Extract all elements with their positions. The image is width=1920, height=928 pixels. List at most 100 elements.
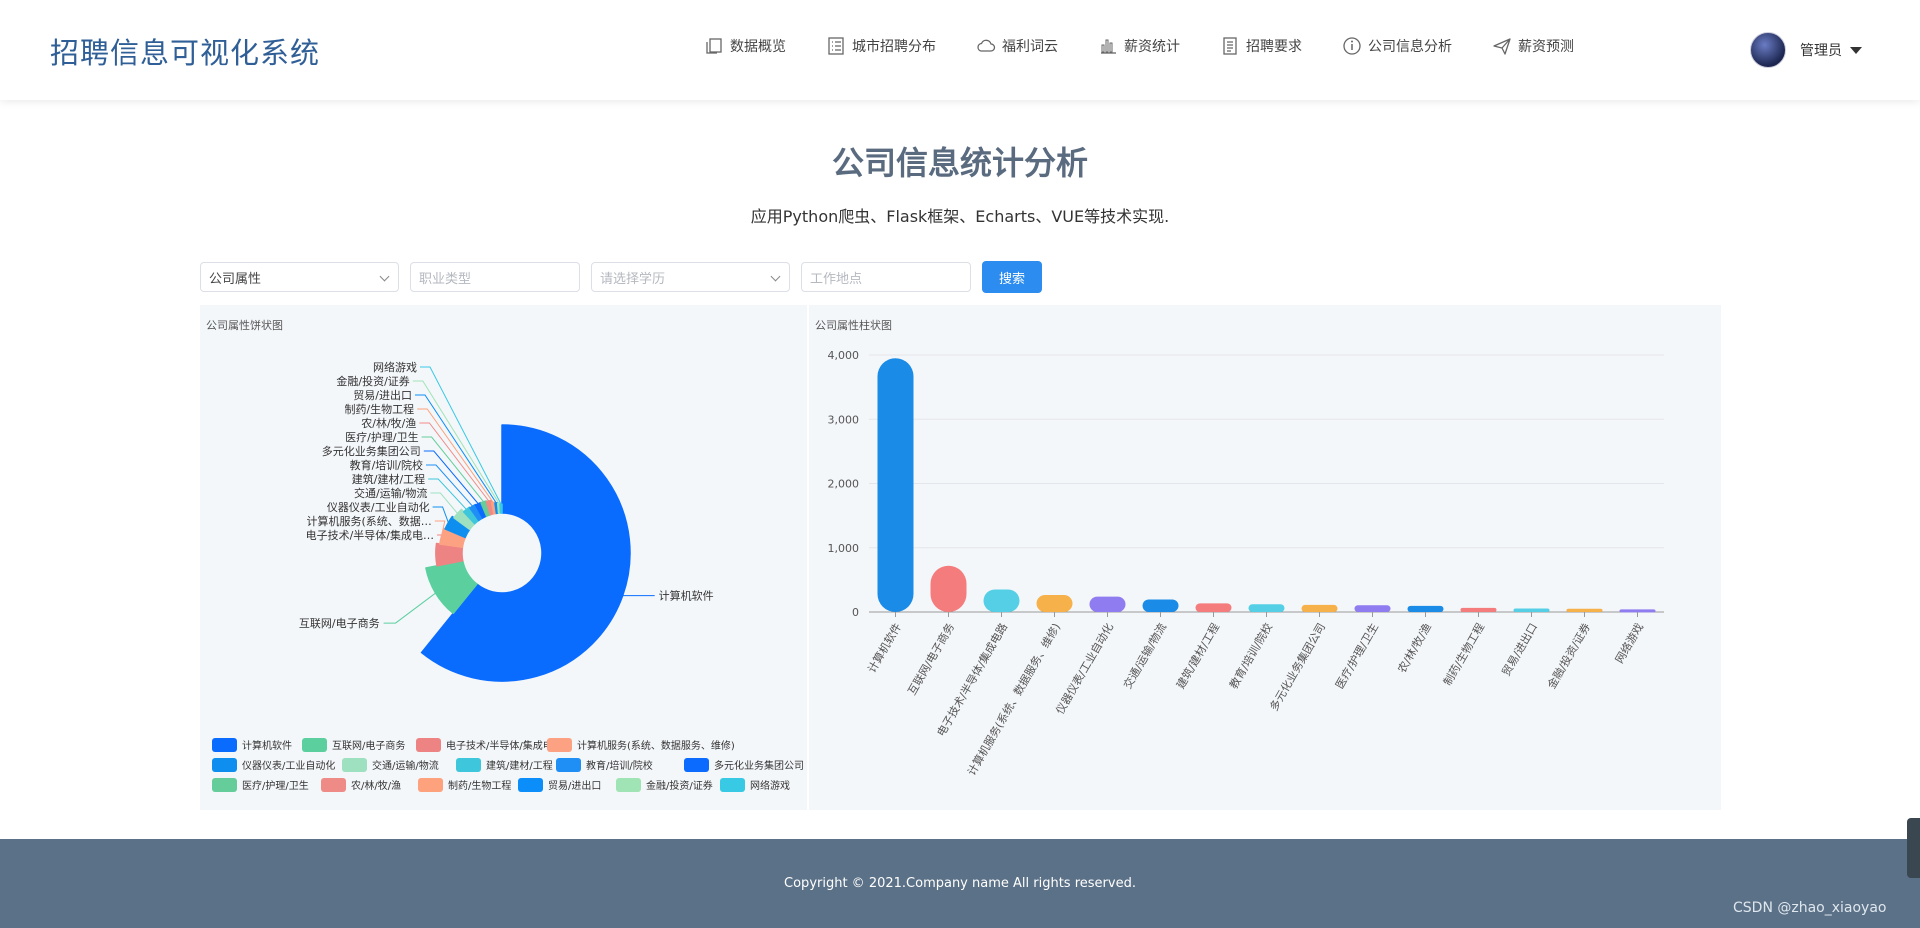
bar — [1036, 594, 1073, 612]
bar — [1142, 599, 1179, 612]
bar — [877, 358, 914, 612]
legend-label: 互联网/电子商务 — [332, 739, 405, 752]
legend-swatch — [342, 758, 367, 772]
x-tick-label: 网络游戏 — [1612, 621, 1646, 666]
legend-swatch — [416, 738, 441, 752]
nav-label: 数据概览 — [730, 39, 786, 55]
bar-chart: 01,0002,0003,0004,000计算机软件 互联网/电子商务电子技术/半… — [828, 349, 1664, 778]
x-tick-label: 农/林/牧/渔 — [1394, 621, 1434, 676]
legend-label: 电子技术/半导体/集成电路 — [446, 739, 563, 752]
user-menu[interactable]: 管理员 — [1750, 32, 1862, 68]
legend-label: 教育/培训/院校 — [586, 759, 653, 772]
x-tick-label: 贸易/进出口 — [1499, 621, 1540, 679]
x-tick-label: 制药/生物工程 — [1440, 621, 1487, 688]
legend-swatch — [418, 778, 443, 792]
x-tick-label: 医疗/护理/卫生 — [1332, 621, 1381, 692]
chevron-down-icon — [379, 271, 390, 282]
main-nav: 数据概览 城市招聘分布 福利词云 薪资统计 招聘要求 公司信息分析 薪资预测 — [704, 36, 1574, 56]
y-tick-label: 1,000 — [828, 542, 860, 555]
nav-requirements[interactable]: 招聘要求 — [1220, 36, 1302, 56]
bar — [1460, 607, 1497, 612]
legend-label: 贸易/进出口 — [548, 779, 601, 792]
bar-chart-panel: 公司属性柱状图 0 1,000 2,000 3,000 4,000 计算机软件 互联网/电子… — [809, 305, 1721, 810]
chevron-down-icon — [770, 271, 781, 282]
legend-swatch — [321, 778, 346, 792]
legend-swatch — [547, 738, 572, 752]
legend-label: 计算机服务(系统、数据服务、维修) — [577, 739, 735, 752]
select-placeholder: 请选择学历 — [600, 271, 666, 287]
filter-bar: 公司属性 职业类型 请选择学历 工作地点 搜索 — [200, 261, 1042, 293]
pie-label-line — [419, 422, 490, 502]
bar — [1513, 608, 1550, 612]
legend-label: 网络游戏 — [750, 779, 790, 792]
pie-slice-label: 计算机服务(系统、数据… — [307, 514, 432, 528]
pie-slice-label: 教育/培训/院校 — [350, 458, 423, 472]
legend-label: 建筑/建材/工程 — [486, 759, 553, 772]
legend-label: 交通/运输/物流 — [372, 759, 439, 772]
pie-label-line — [383, 592, 436, 624]
legend-swatch — [684, 758, 709, 772]
pie-chart-panel: 公司属性饼状图 计算机软件 互联网/电子商务 电子技术/半导体/集成电… 计算机服务(… — [200, 305, 807, 810]
x-tick-label: 建筑/建材/工程 — [1173, 621, 1222, 692]
y-tick-label: 2,000 — [828, 478, 860, 491]
bar — [1407, 605, 1444, 612]
nav-label: 福利词云 — [1002, 39, 1058, 55]
legend-swatch — [212, 738, 237, 752]
legend-swatch — [302, 738, 327, 752]
brand-title[interactable]: 招聘信息可视化系统 — [50, 30, 320, 72]
education-select[interactable]: 请选择学历 — [591, 262, 790, 292]
legend-label: 多元化业务集团公司 — [714, 759, 804, 772]
avatar[interactable] — [1750, 32, 1786, 68]
x-tick-label: 互联网/电子商务 — [905, 621, 957, 698]
legend-swatch — [616, 778, 641, 792]
nav-label: 城市招聘分布 — [852, 39, 936, 55]
legend-swatch — [212, 758, 237, 772]
bar — [930, 565, 967, 612]
legend-label: 医疗/护理/卫生 — [242, 779, 309, 792]
legend-label: 仪器仪表/工业自动化 — [242, 759, 335, 772]
pie-slice-label: 电子技术/半导体/集成电… — [306, 528, 434, 542]
nav-data-overview[interactable]: 数据概览 — [704, 36, 786, 56]
pie-slice-label: 交通/运输/物流 — [354, 486, 427, 500]
x-tick-label: 多元化业务集团公司 — [1266, 621, 1328, 714]
y-tick-label: 3,000 — [828, 413, 860, 426]
caret-down-icon[interactable] — [1850, 46, 1862, 54]
side-toolbar-handle[interactable] — [1907, 818, 1920, 878]
nav-label: 招聘要求 — [1246, 39, 1302, 55]
location-input[interactable]: 工作地点 — [801, 262, 971, 292]
x-tick-label: 计算机软件 — [864, 621, 904, 676]
pie-slice-label: 互联网/电子商务 — [299, 616, 380, 630]
pie-label-line — [432, 506, 449, 523]
legend-label: 农/林/牧/渔 — [351, 779, 401, 792]
job-type-input[interactable]: 职业类型 — [410, 262, 580, 292]
bar — [1089, 596, 1126, 612]
list-icon — [828, 37, 844, 55]
user-name: 管理员 — [1800, 43, 1842, 59]
pie-label-line — [420, 366, 502, 505]
y-tick-label: 4,000 — [828, 349, 860, 362]
pie-slice-label: 网络游戏 — [373, 360, 417, 374]
x-tick-label: 金融/投资/证券 — [1544, 621, 1593, 692]
nav-city-distribution[interactable]: 城市招聘分布 — [826, 36, 936, 56]
x-tick-label: 教育/培训/院校 — [1226, 621, 1275, 692]
select-value: 公司属性 — [209, 271, 262, 287]
bar — [1195, 603, 1232, 612]
nav-salary-prediction[interactable]: 薪资预测 — [1492, 36, 1574, 56]
x-tick-label: 计算机服务(系统、数据服务、维修) — [964, 621, 1063, 778]
pie-chart-title: 公司属性饼状图 — [206, 319, 283, 332]
y-tick-label: 0 — [852, 606, 859, 619]
pie-slice-label: 贸易/进出口 — [353, 388, 412, 402]
nav-company-analysis[interactable]: 公司信息分析 — [1342, 36, 1452, 56]
pie-slice-label: 制药/生物工程 — [344, 402, 414, 416]
send-icon — [1493, 38, 1511, 55]
legend-label: 制药/生物工程 — [448, 779, 511, 792]
document-icon — [1223, 37, 1237, 55]
bar — [1566, 608, 1603, 612]
legend-label: 金融/投资/证券 — [646, 779, 713, 792]
search-button[interactable]: 搜索 — [982, 261, 1042, 293]
nav-welfare-wordcloud[interactable]: 福利词云 — [976, 36, 1058, 56]
bar-chart-title: 公司属性柱状图 — [815, 319, 892, 332]
nav-salary-stats[interactable]: 薪资统计 — [1098, 36, 1180, 56]
company-type-select[interactable]: 公司属性 — [200, 262, 399, 292]
pie-slice-label: 医疗/护理/卫生 — [345, 430, 418, 444]
